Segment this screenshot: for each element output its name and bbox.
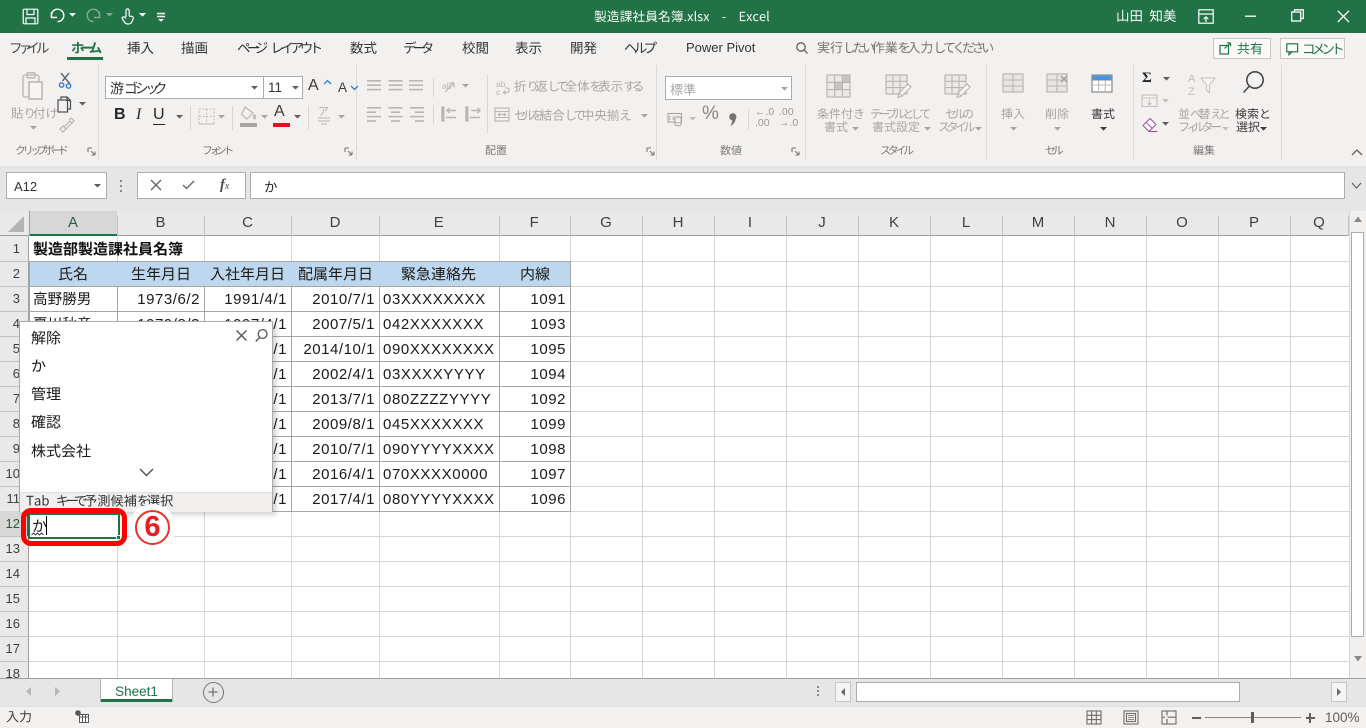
svg-text:A: A xyxy=(1188,73,1196,85)
svg-text:Z: Z xyxy=(1188,86,1195,98)
svg-text:ab: ab xyxy=(442,81,452,91)
